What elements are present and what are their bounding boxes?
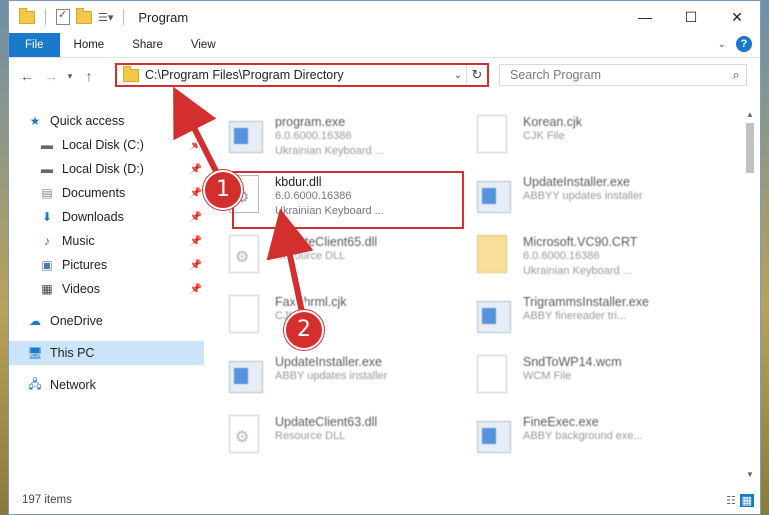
annotation-arrows	[173, 86, 314, 317]
arrow-2	[266, 208, 314, 313]
step-badge-1: 1	[203, 170, 243, 210]
step-badge-2: 2	[284, 310, 324, 350]
